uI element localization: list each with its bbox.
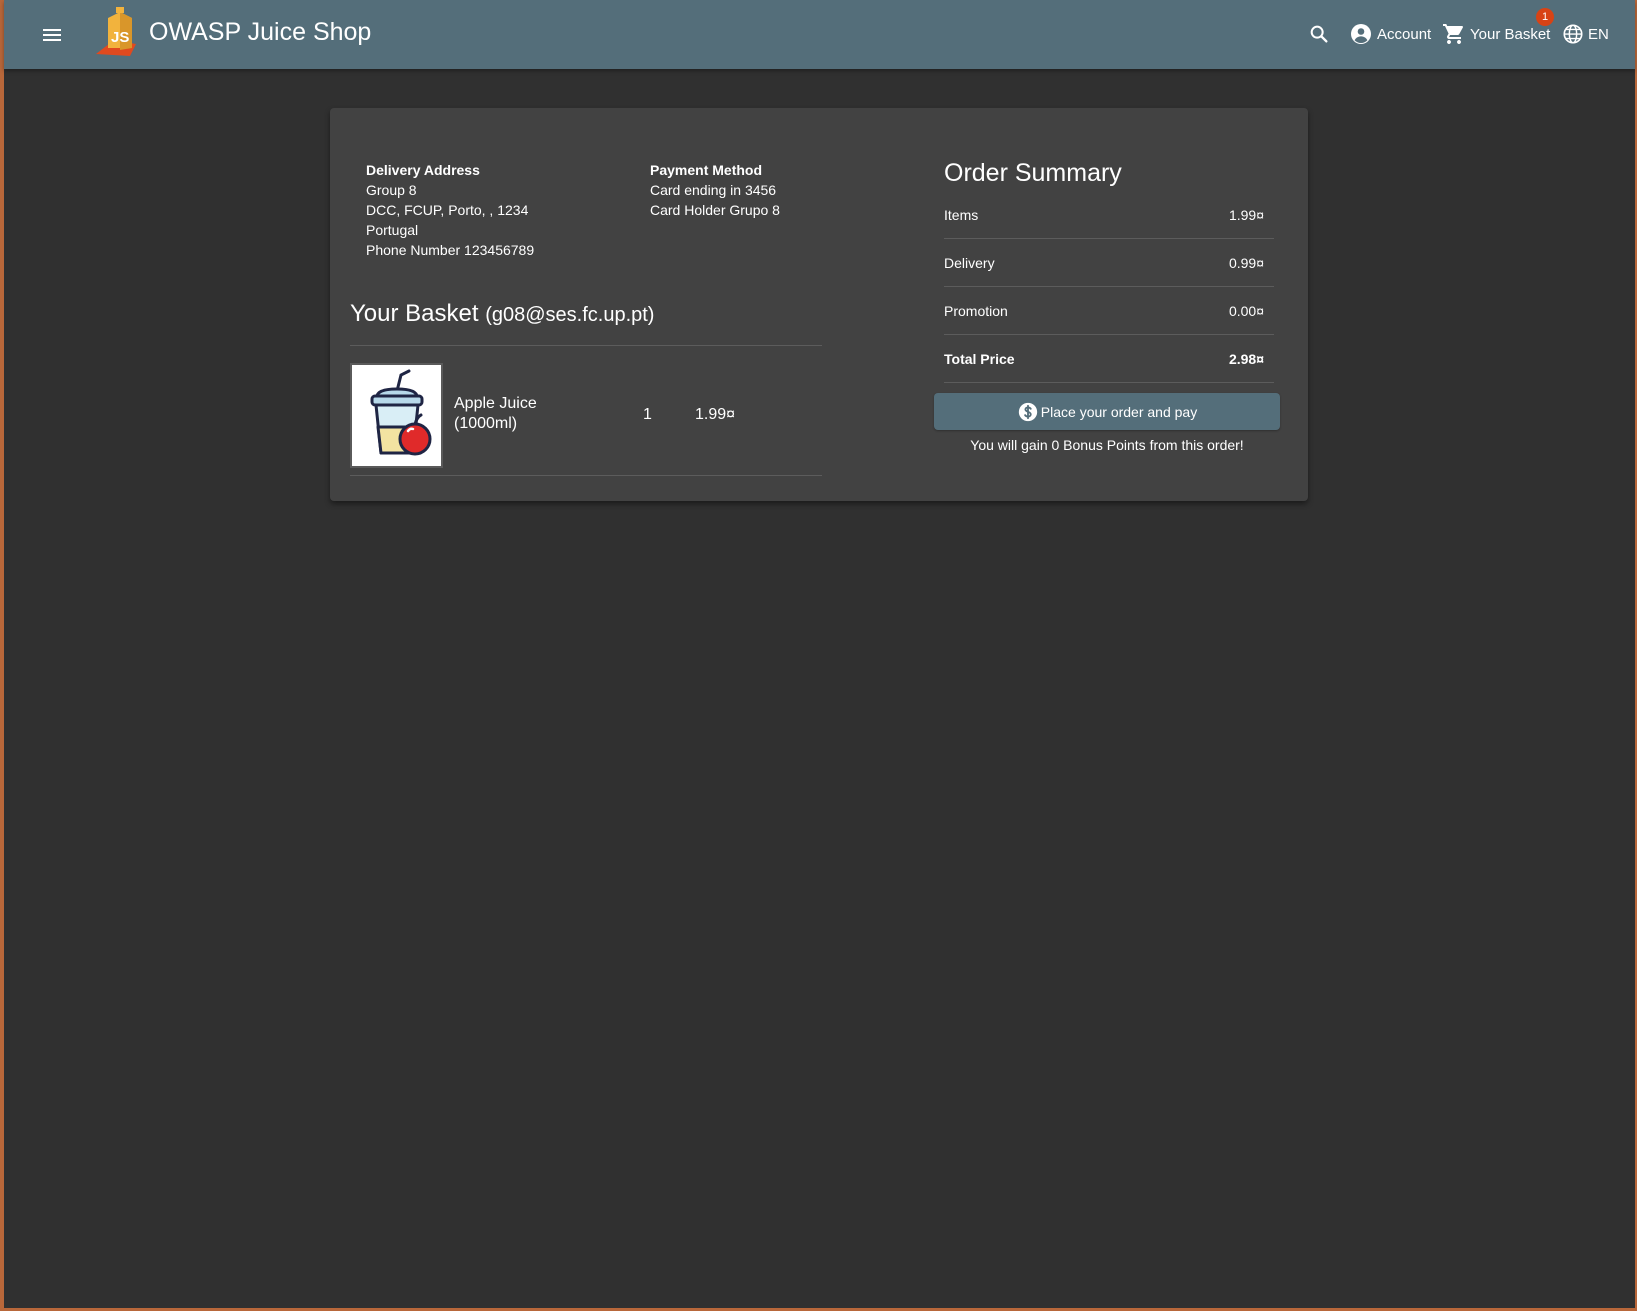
delivery-address-heading: Delivery Address [366,162,480,178]
shopping-cart-icon [1443,24,1463,44]
bonus-points-text: You will gain 0 Bonus Points from this o… [970,437,1244,453]
card-holder: Card Holder Grupo 8 [650,202,780,218]
search-icon [1310,25,1328,43]
menu-button[interactable] [34,17,70,53]
svg-text:JS: JS [111,29,129,46]
top-toolbar: JS OWASP Juice Shop Account Your Basket [4,0,1635,69]
summary-value-promotion: 0.00¤ [1228,302,1264,319]
summary-row-items: Items 1.99¤ [944,191,1274,239]
juice-shop-logo[interactable]: JS [92,4,148,60]
basket-title-text: Your Basket [350,300,479,327]
delivery-phone: Phone Number 123456789 [366,242,535,258]
delivery-name: Group 8 [366,182,417,198]
product-quantity: 1 [643,406,652,423]
delivery-country: Portugal [366,222,419,238]
summary-label-total: Total Price [944,350,1015,367]
order-summary-title: Order Summary [944,159,1122,187]
account-label: Account [1377,25,1432,43]
basket-title: Your Basket (g08@ses.fc.up.pt) [350,298,654,331]
app-title[interactable]: OWASP Juice Shop [149,16,371,48]
product-image [350,363,443,468]
app-frame: JS OWASP Juice Shop Account Your Basket [4,0,1635,1308]
summary-value-items: 1.99¤ [1228,206,1264,223]
summary-value-total: 2.98¤ [1228,350,1264,367]
summary-label-promotion: Promotion [944,302,1008,319]
account-circle-icon [1351,24,1371,44]
basket-count-badge: 1 [1536,8,1554,26]
account-button[interactable]: Account [1349,18,1431,50]
language-label: EN [1588,25,1609,43]
dollar-icon [1018,402,1037,421]
delivery-street: DCC, FCUP, Porto, , 1234 [366,202,529,218]
apple-juice-icon [370,369,431,455]
product-name: Apple Juice (1000ml) [454,395,537,432]
summary-label-items: Items [944,206,979,223]
language-icon [1563,24,1583,44]
summary-value-delivery: 0.99¤ [1228,254,1264,271]
place-order-label: Place your order and pay [1040,403,1198,420]
summary-row-total: Total Price 2.98¤ [944,335,1274,383]
payment-method-heading: Payment Method [650,162,763,178]
summary-row-delivery: Delivery 0.99¤ [944,239,1274,287]
basket-user-email: (g08@ses.fc.up.pt) [485,304,655,326]
basket-divider-top [350,345,822,346]
card-ending: Card ending in 3456 [650,182,777,198]
delivery-address-block: Delivery Address Group 8 DCC, FCUP, Port… [366,160,626,260]
product-price: 1.99¤ [695,406,736,423]
language-button[interactable]: EN [1562,18,1609,50]
summary-label-delivery: Delivery [944,254,995,271]
summary-row-promotion: Promotion 0.00¤ [944,287,1274,335]
menu-icon [43,29,61,41]
order-review-card: Delivery Address Group 8 DCC, FCUP, Port… [330,108,1308,501]
payment-method-block: Payment Method Card ending in 3456 Card … [650,160,890,220]
basket-label: Your Basket [1470,25,1551,43]
search-button[interactable] [1303,18,1335,50]
basket-divider-bottom [350,475,822,476]
basket-button[interactable]: Your Basket [1442,18,1550,50]
place-order-button[interactable]: Place your order and pay [934,393,1280,430]
